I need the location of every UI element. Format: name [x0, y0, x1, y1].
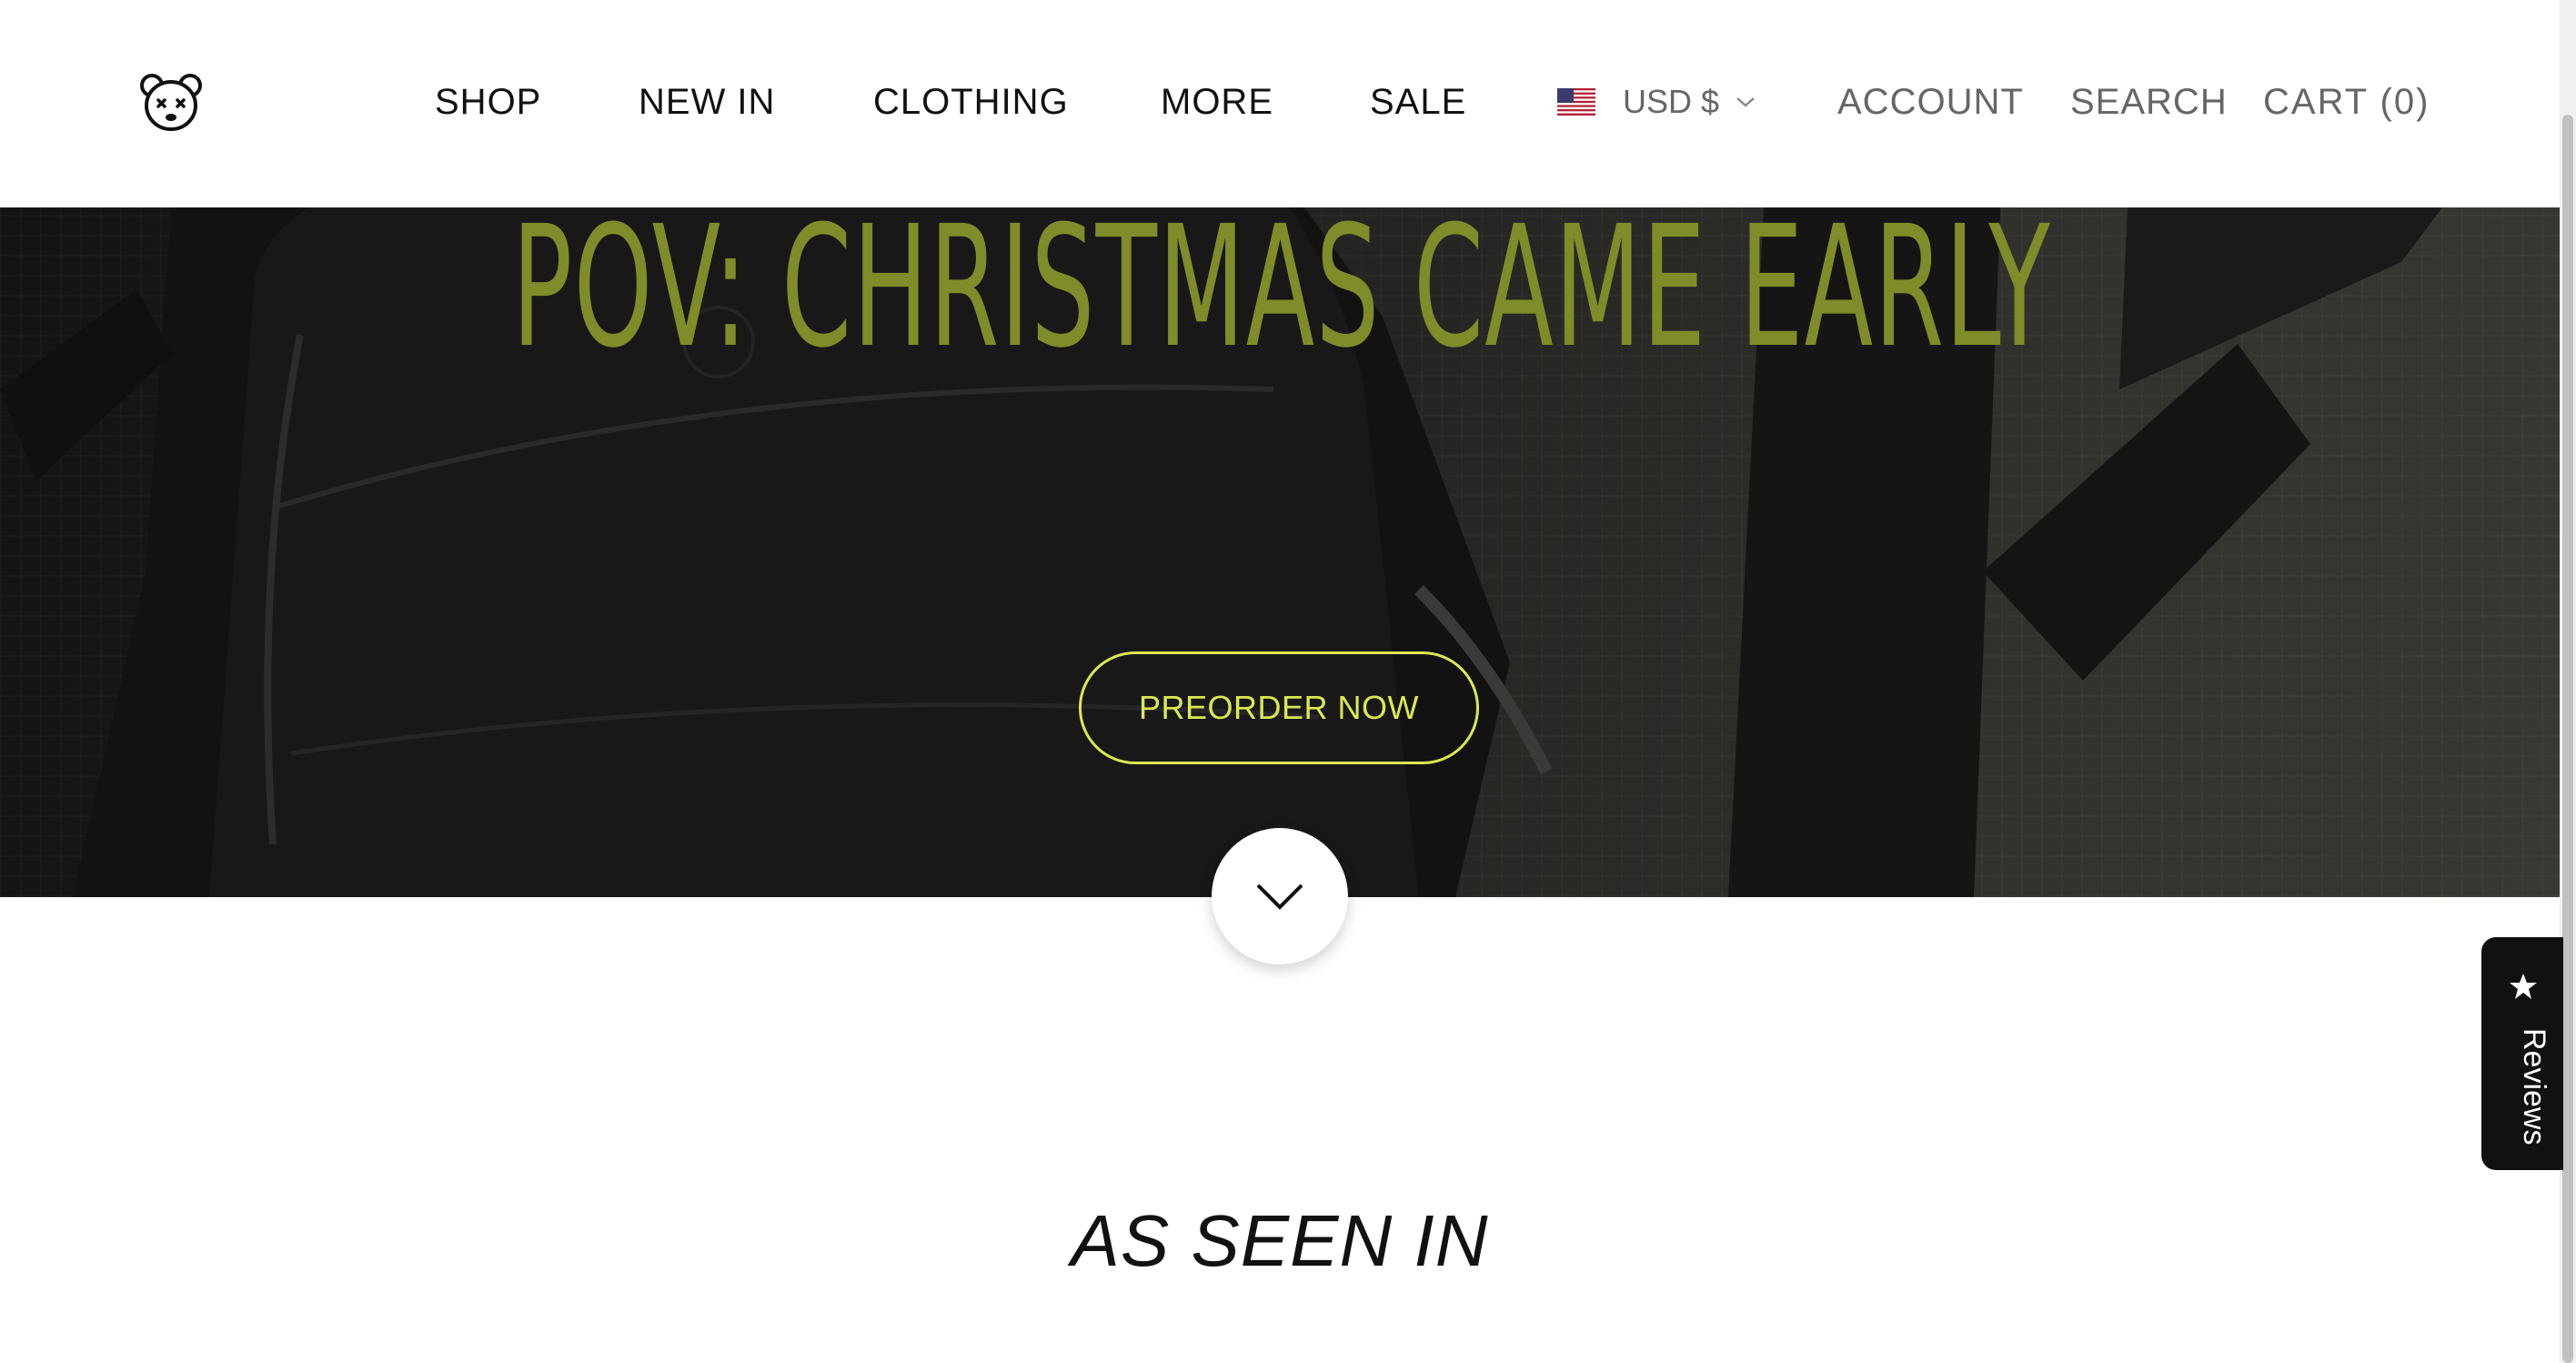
us-flag-icon — [1557, 88, 1595, 116]
nav-more[interactable]: MORE — [1161, 78, 1273, 126]
nav-clothing[interactable]: CLOTHING — [873, 78, 1069, 126]
cart-link[interactable]: CART (0) — [2263, 78, 2430, 126]
nav-new-in[interactable]: NEW IN — [639, 78, 775, 126]
chevron-down-icon — [1256, 883, 1303, 910]
chevron-down-icon — [1736, 97, 1755, 107]
as-seen-in-heading: AS SEEN IN — [1071, 1200, 1489, 1281]
reviews-label-wrap: Reviews — [2460, 1028, 2551, 1257]
nav-sale[interactable]: SALE — [1370, 78, 1466, 126]
hero-title: POV: CHRISTMAS CAME EARLY — [511, 207, 2051, 385]
hero-banner: POV: CHRISTMAS CAME EARLY PREORDER NOW — [0, 207, 2560, 897]
currency-label: USD $ — [1623, 83, 1720, 120]
bear-logo-icon[interactable] — [138, 73, 204, 133]
preorder-now-button[interactable]: PREORDER NOW — [1079, 651, 1479, 764]
search-link[interactable]: SEARCH — [2070, 78, 2228, 126]
scrollbar-thumb[interactable] — [2562, 115, 2573, 1363]
nav-shop[interactable]: SHOP — [435, 78, 541, 126]
star-icon — [2510, 974, 2537, 999]
reviews-label: Reviews — [2517, 1028, 2551, 1146]
site-header: SHOP NEW IN CLOTHING MORE SALE USD $ ACC… — [0, 0, 2560, 207]
account-link[interactable]: ACCOUNT — [1837, 78, 2024, 126]
scroll-down-button[interactable] — [1212, 828, 1348, 964]
reviews-tab[interactable]: Reviews — [2481, 937, 2563, 1170]
